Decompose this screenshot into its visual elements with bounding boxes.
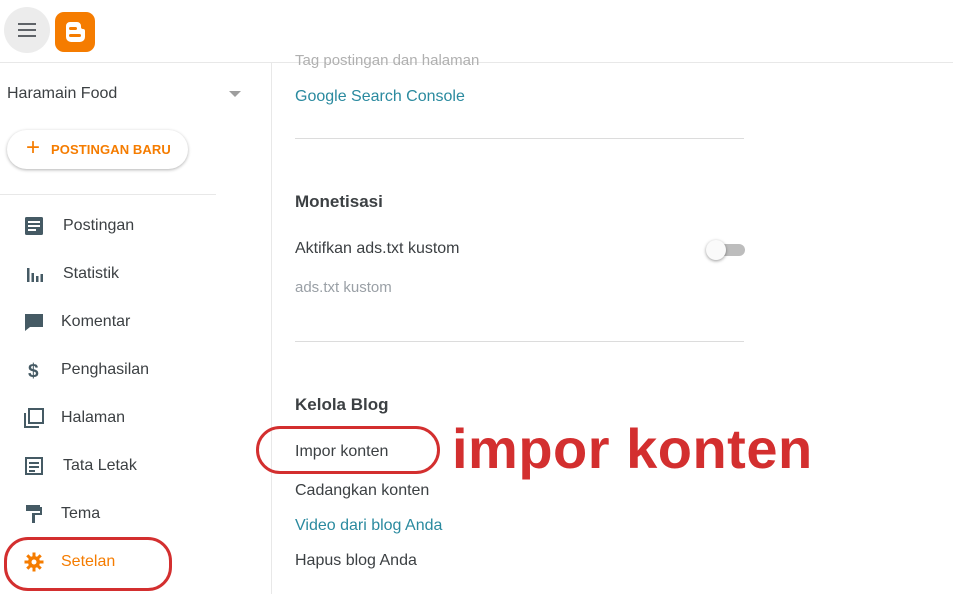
- sidebar-item-komentar[interactable]: Komentar: [0, 302, 270, 342]
- hamburger-menu-button[interactable]: [4, 7, 50, 53]
- new-post-button[interactable]: + POSTINGAN BARU: [7, 130, 188, 169]
- sidebar-item-penghasilan[interactable]: $ Penghasilan: [0, 350, 270, 390]
- toggle-knob: [706, 240, 726, 260]
- plus-icon: +: [26, 134, 41, 161]
- sidebar-item-label: Statistik: [63, 265, 120, 282]
- blog-videos-link[interactable]: Video dari blog Anda: [295, 517, 442, 535]
- comment-icon: [25, 314, 43, 331]
- sidebar-item-label: Tata Letak: [63, 457, 137, 474]
- ads-txt-field: ads.txt kustom: [295, 279, 392, 296]
- pages-icon: [24, 408, 44, 428]
- blog-name: Haramain Food: [7, 85, 118, 102]
- annotation-label: impor konten: [452, 417, 813, 480]
- sidebar-divider: [0, 194, 216, 195]
- sidebar-item-tata-letak[interactable]: Tata Letak: [0, 446, 270, 486]
- delete-blog-link[interactable]: Hapus blog Anda: [295, 552, 417, 570]
- dropdown-caret-icon: [229, 91, 241, 97]
- posts-icon: [25, 217, 43, 235]
- ads-txt-toggle-label: Aktifkan ads.txt kustom: [295, 240, 460, 257]
- sidebar-item-halaman[interactable]: Halaman: [0, 398, 270, 438]
- monetization-section-title: Monetisasi: [295, 192, 383, 211]
- sidebar-item-label: Penghasilan: [61, 361, 150, 378]
- sidebar: Haramain Food + POSTINGAN BARU Postingan…: [0, 63, 272, 594]
- sidebar-item-label: Tema: [61, 505, 101, 522]
- annotation-highlight-setelan: [4, 537, 172, 591]
- ads-txt-toggle[interactable]: [705, 240, 745, 260]
- sidebar-item-statistik[interactable]: Statistik: [0, 254, 270, 294]
- sidebar-item-label: Halaman: [61, 409, 126, 426]
- theme-icon: [26, 505, 42, 523]
- sidebar-item-tema[interactable]: Tema: [0, 494, 270, 534]
- tags-setting-label: Tag postingan dan halaman: [295, 52, 480, 69]
- new-post-label: POSTINGAN BARU: [51, 142, 171, 157]
- section-divider: [295, 138, 744, 139]
- sidebar-item-label: Postingan: [63, 217, 135, 234]
- layout-icon: [25, 457, 43, 475]
- sidebar-item-postingan[interactable]: Postingan: [0, 206, 270, 246]
- backup-content-link[interactable]: Cadangkan konten: [295, 482, 429, 500]
- manage-blog-section-title: Kelola Blog: [295, 395, 389, 414]
- annotation-highlight-import: [256, 426, 440, 474]
- hamburger-menu-icon: [18, 23, 36, 37]
- blog-selector[interactable]: Haramain Food: [7, 83, 247, 107]
- google-search-console-link[interactable]: Google Search Console: [295, 88, 465, 106]
- section-divider: [295, 341, 744, 342]
- stats-icon: [27, 268, 43, 282]
- sidebar-item-label: Komentar: [61, 313, 131, 330]
- dollar-icon: $: [28, 361, 39, 380]
- svg-text:$: $: [28, 361, 39, 380]
- blogger-logo-icon[interactable]: [55, 12, 95, 52]
